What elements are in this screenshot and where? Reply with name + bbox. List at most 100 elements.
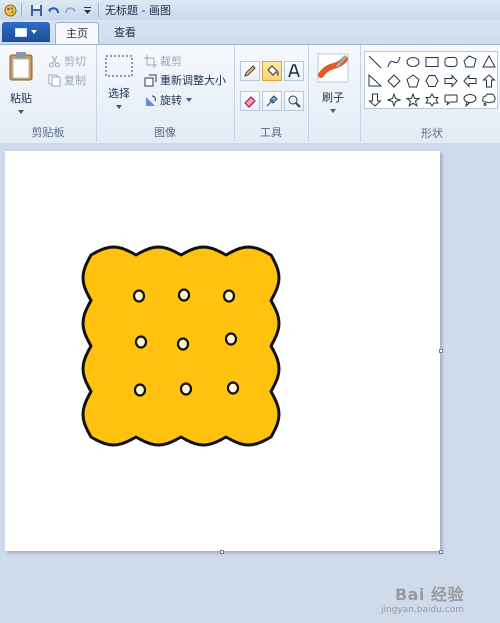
biscuit-hole: [132, 289, 146, 303]
resize-label: 重新调整大小: [160, 74, 226, 87]
brushes-group: 刷子: [308, 45, 361, 142]
title-bar: 无标题 - 画图: [0, 0, 500, 20]
polygon-shape-icon[interactable]: [460, 52, 479, 71]
tools-group: 工具: [234, 45, 309, 142]
brushes-button[interactable]: 刷子: [317, 53, 349, 113]
rotate-button[interactable]: 旋转: [144, 92, 192, 108]
color-picker-tool[interactable]: [262, 91, 282, 111]
biscuit-hole: [134, 335, 148, 349]
biscuit-hole: [222, 289, 236, 303]
chevron-down-icon: [31, 30, 37, 34]
paste-button[interactable]: 粘贴: [8, 51, 34, 114]
title-separator: [98, 3, 99, 17]
chevron-down-icon: [186, 98, 192, 102]
up-arrow-shape-icon[interactable]: [479, 71, 498, 90]
right-triangle-shape-icon[interactable]: [365, 71, 384, 90]
rotate-label: 旋转: [160, 94, 182, 107]
oval-shape-icon[interactable]: [403, 52, 422, 71]
resize-button[interactable]: 重新调整大小: [144, 72, 226, 88]
rotate-icon: [144, 94, 157, 107]
down-arrow-shape-icon[interactable]: [365, 90, 384, 109]
paint-app-icon[interactable]: [3, 3, 17, 17]
select-button[interactable]: 选择: [105, 55, 133, 109]
image-group: 选择 裁剪 重新调整大小 旋转 图像: [96, 45, 235, 142]
cut-button[interactable]: 剪切: [48, 53, 86, 69]
scissors-icon: [48, 55, 61, 68]
shapes-gallery: [364, 51, 498, 109]
four-point-star-shape-icon[interactable]: [384, 90, 403, 109]
fill-tool[interactable]: [262, 61, 282, 81]
crop-icon: [144, 54, 157, 68]
paint-bucket-icon: [265, 64, 279, 78]
rectangle-shape-icon[interactable]: [422, 52, 441, 71]
rounded-rectangle-shape-icon[interactable]: [441, 52, 460, 71]
copy-button[interactable]: 复制: [48, 72, 86, 88]
pencil-tool[interactable]: [240, 61, 260, 81]
right-arrow-shape-icon[interactable]: [441, 71, 460, 90]
chevron-down-icon: [330, 109, 336, 113]
clipboard-group-label: 剪贴板: [31, 126, 65, 139]
tab-home[interactable]: 主页: [55, 22, 99, 45]
text-icon: [287, 64, 301, 78]
cloud-callout-shape-icon[interactable]: [479, 90, 498, 109]
customize-quick-access-icon[interactable]: [80, 3, 94, 17]
paint-menu-button[interactable]: [2, 22, 50, 42]
watermark-sub: jingyan.baidu.com: [380, 605, 464, 615]
pentagon-shape-icon[interactable]: [403, 71, 422, 90]
hexagon-shape-icon[interactable]: [422, 71, 441, 90]
title-separator: [21, 3, 22, 17]
diamond-shape-icon[interactable]: [384, 71, 403, 90]
copy-label: 复制: [64, 74, 86, 87]
biscuit-hole: [226, 381, 240, 395]
cut-label: 剪切: [64, 55, 86, 68]
canvas-resize-handle-right[interactable]: [439, 349, 443, 353]
pencil-icon: [243, 64, 257, 78]
magnifier-icon: [287, 94, 301, 108]
ribbon: 粘贴 剪切 复制 剪贴板 选择 裁剪 重新调整大小 旋转 图像 工具 刷子 形状: [0, 44, 500, 144]
biscuit-hole: [133, 383, 147, 397]
biscuit-hole: [224, 332, 238, 346]
eyedropper-icon: [265, 94, 279, 108]
redo-icon[interactable]: [63, 3, 77, 17]
document-icon: [15, 27, 27, 37]
crop-label: 裁剪: [160, 55, 182, 68]
copy-icon: [48, 74, 61, 87]
text-tool[interactable]: [284, 61, 304, 81]
resize-icon: [144, 74, 157, 87]
select-label: 选择: [108, 87, 130, 100]
undo-icon[interactable]: [46, 3, 60, 17]
watermark-main: Bai 经验: [394, 585, 464, 604]
curve-shape-icon[interactable]: [384, 52, 403, 71]
eraser-icon: [243, 94, 257, 108]
oval-callout-shape-icon[interactable]: [460, 90, 479, 109]
image-group-label: 图像: [154, 126, 176, 139]
biscuit-drawing: [81, 245, 281, 447]
rounded-callout-shape-icon[interactable]: [441, 90, 460, 109]
biscuit-hole: [179, 382, 193, 396]
crop-button[interactable]: 裁剪: [144, 53, 182, 69]
canvas-workarea[interactable]: Bai 经验 jingyan.baidu.com: [0, 143, 500, 623]
line-shape-icon[interactable]: [365, 52, 384, 71]
paste-label: 粘贴: [10, 92, 32, 105]
left-arrow-shape-icon[interactable]: [460, 71, 479, 90]
brushes-label: 刷子: [322, 91, 344, 104]
window-title: 无标题 - 画图: [105, 4, 171, 17]
paste-icon: [8, 51, 34, 81]
biscuit-hole: [177, 288, 191, 302]
magnifier-tool[interactable]: [284, 91, 304, 111]
triangle-shape-icon[interactable]: [479, 52, 498, 71]
canvas-resize-handle-bottom[interactable]: [220, 550, 224, 554]
clipboard-group: 粘贴 剪切 复制 剪贴板: [0, 45, 97, 142]
tools-group-label: 工具: [260, 126, 282, 139]
canvas-resize-handle-corner[interactable]: [439, 550, 443, 554]
eraser-tool[interactable]: [240, 91, 260, 111]
brush-icon: [317, 53, 349, 83]
tab-view[interactable]: 查看: [104, 22, 146, 44]
five-point-star-shape-icon[interactable]: [403, 90, 422, 109]
ribbon-tab-row: 主页 查看: [0, 20, 500, 45]
save-icon[interactable]: [29, 3, 43, 17]
shapes-group-label: 形状: [421, 127, 443, 140]
six-point-star-shape-icon[interactable]: [422, 90, 441, 109]
biscuit-hole: [176, 337, 190, 351]
drawing-canvas[interactable]: [5, 151, 440, 551]
